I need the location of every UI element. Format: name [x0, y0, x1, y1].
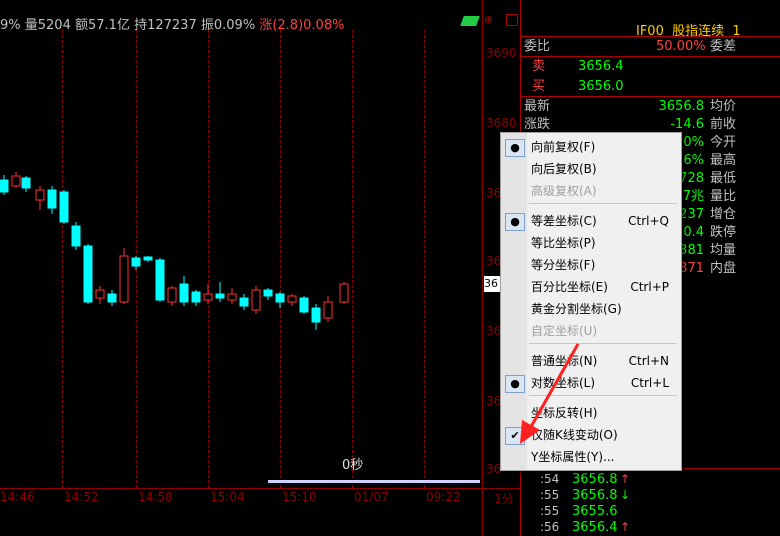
candle-body [83, 245, 93, 303]
menu-item[interactable]: ● 等差坐标(C) Ctrl+Q [501, 211, 681, 231]
y-axis-label: 3680 [486, 116, 517, 130]
candle-body [71, 225, 81, 247]
y-axis-label: 36 [486, 324, 502, 338]
menu-item: 高级复权(A) [531, 184, 597, 198]
menu-item[interactable]: ● 向前复权(F) [501, 137, 681, 157]
candle-body [119, 255, 129, 303]
candle-body [59, 191, 69, 223]
candle-body [299, 297, 309, 313]
annotation-arrow-icon [520, 343, 580, 444]
y-axis-label: 36 [486, 462, 502, 476]
candle-body [47, 189, 57, 209]
candle-body [21, 177, 31, 189]
menu-item[interactable]: 百分比坐标(E) Ctrl+P [501, 277, 681, 297]
menu-item[interactable]: 向后复权(B) [501, 159, 681, 179]
candle-body [191, 291, 201, 303]
candle-body [287, 295, 297, 303]
scroll-bar[interactable] [268, 480, 480, 483]
tick-row: :54 3656.8 ↑ [540, 472, 631, 487]
candle-body [227, 293, 237, 301]
time-label: 14:52 [64, 490, 99, 504]
menu-separator [529, 203, 677, 204]
weibi-row: 委比 50.00% 委差 [524, 39, 737, 54]
time-label: 09:22 [426, 490, 461, 504]
menu-item[interactable]: 等比坐标(P) [501, 233, 681, 253]
menu-item[interactable]: 黄金分割坐标(G) [501, 299, 681, 319]
tick-row: :55 3655.6 [540, 504, 618, 519]
period-button[interactable]: 1分 [494, 490, 514, 507]
time-label: 14:58 [138, 490, 173, 504]
candle-body [167, 287, 177, 303]
tick-row: :56 3656.4 ↑ [540, 520, 631, 535]
menu-item: 自定坐标(U) [531, 324, 598, 338]
countdown: 0秒 [342, 458, 364, 473]
menu-item[interactable]: Y坐标属性(Y)... [501, 447, 681, 467]
y-axis-label: 3690 [486, 46, 517, 60]
tick-row: :55 3656.8 ↓ [540, 488, 631, 503]
menu-item[interactable]: 等分坐标(F) [501, 255, 681, 275]
time-label: 15:10 [282, 490, 317, 504]
candle-body [11, 175, 21, 187]
time-label: 01/07 [354, 490, 389, 504]
candle-body [203, 293, 213, 301]
candle-body [107, 293, 117, 303]
candle-body [95, 289, 105, 299]
radio-dot-icon: ● [505, 213, 525, 231]
radio-dot-icon: ● [505, 139, 525, 157]
time-label: 15:04 [210, 490, 245, 504]
candle-body [131, 257, 141, 267]
candlestick-chart [0, 172, 349, 330]
candle-body [215, 293, 225, 299]
buy-row: 买 3656.0 [532, 79, 624, 94]
candle-body [35, 189, 45, 201]
candle-body [323, 301, 333, 319]
candle-body [339, 283, 349, 303]
quote-row: 最新 3656.8 均价 [524, 99, 737, 114]
sell-row: 卖 3656.4 [532, 59, 624, 74]
candle-body [263, 289, 273, 297]
candle-body [251, 289, 261, 311]
y-axis-label: 36 [486, 186, 502, 200]
y-axis-label: 36 [486, 254, 502, 268]
candle-body [0, 179, 9, 193]
candle-body [275, 293, 285, 303]
candle-body [143, 256, 153, 261]
time-label: 14:46 [0, 490, 35, 504]
candle-body [155, 259, 165, 301]
candle-body [311, 307, 321, 323]
candle-body [239, 297, 249, 307]
y-axis-label: 36 [486, 394, 502, 408]
candle-body [179, 283, 189, 303]
